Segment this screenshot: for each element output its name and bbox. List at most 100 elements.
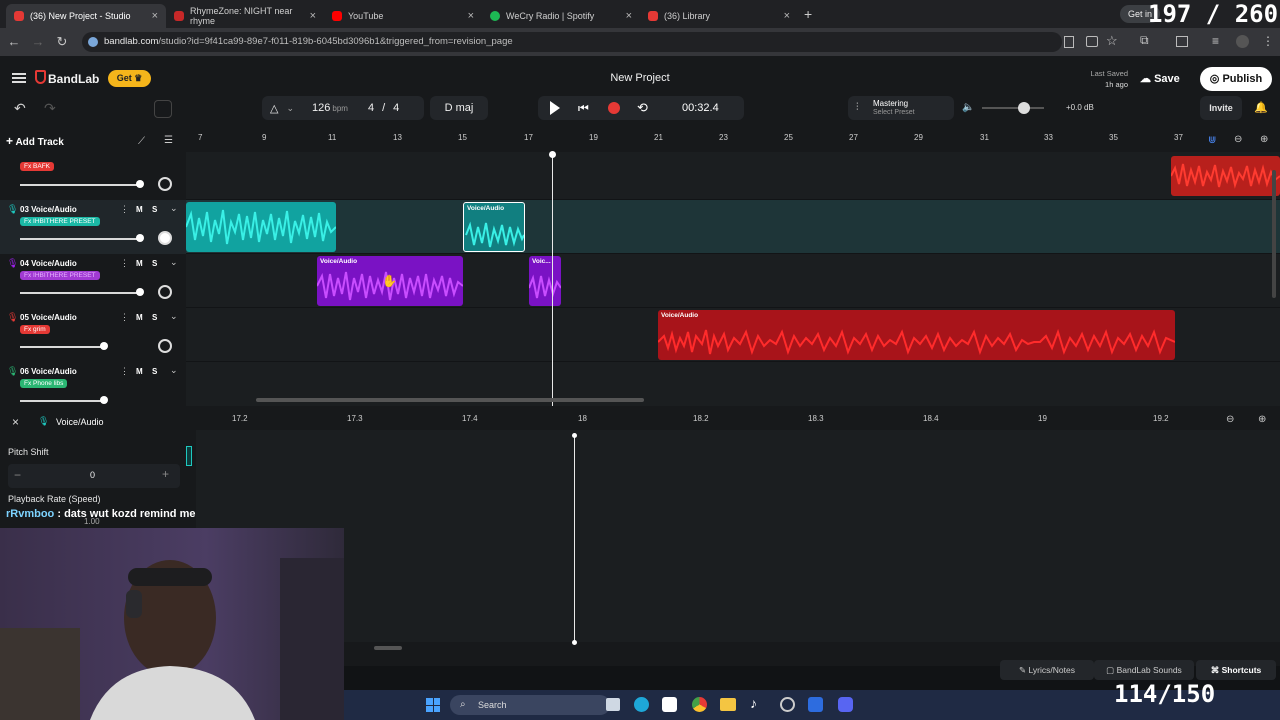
track-menu-icon[interactable]: ⋮ xyxy=(120,204,129,215)
mastering-button[interactable]: ⫶ Mastering Select Preset xyxy=(848,96,954,120)
horizontal-scrollbar[interactable] xyxy=(256,398,644,402)
track-row[interactable]: 🎙 05 Voice/Audio ⋮ M S ⌄ Fx grim xyxy=(0,308,186,362)
audio-clip[interactable] xyxy=(1171,156,1280,196)
fx-badge[interactable]: Fx BAFK xyxy=(20,162,55,171)
browser-tab[interactable]: RhymeZone: NIGHT near rhyme × xyxy=(166,4,324,28)
browser-tab[interactable]: WeCry Radio | Spotify × xyxy=(482,4,640,28)
audio-clip[interactable]: Voic... xyxy=(529,256,561,306)
cast-icon[interactable] xyxy=(1086,36,1098,47)
wand-icon[interactable]: ⟋ xyxy=(138,136,145,147)
play-icon[interactable] xyxy=(550,101,560,115)
close-icon[interactable]: × xyxy=(626,10,632,22)
new-tab-button[interactable]: + xyxy=(804,6,812,22)
mute-button[interactable]: M xyxy=(136,313,143,322)
track-volume-handle[interactable] xyxy=(136,288,144,296)
pan-knob[interactable] xyxy=(158,177,172,191)
chevron-down-icon[interactable]: ⌄ xyxy=(170,203,178,214)
url-field[interactable]: bandlab.com/studio?id=9f41ca99-89e7-f011… xyxy=(82,32,1062,52)
profile-avatar[interactable] xyxy=(1236,35,1249,48)
track-volume-handle[interactable] xyxy=(100,396,108,404)
solo-button[interactable]: S xyxy=(152,367,157,376)
time-signature-numerator[interactable]: 4 xyxy=(368,102,374,114)
track-volume-handle[interactable] xyxy=(100,342,108,350)
app-icon[interactable] xyxy=(808,697,823,712)
vertical-scrollbar[interactable] xyxy=(1272,170,1276,298)
audio-clip[interactable]: Voice/Audio xyxy=(658,310,1175,360)
pan-knob[interactable] xyxy=(158,339,172,353)
key-selector[interactable]: D maj xyxy=(430,96,488,120)
record-icon[interactable] xyxy=(608,102,620,114)
solo-button[interactable]: S xyxy=(152,259,157,268)
file-explorer-icon[interactable] xyxy=(720,698,736,711)
timeline-ruler[interactable]: 7 9 11 13 15 17 19 21 23 25 27 29 31 33 … xyxy=(186,130,1280,152)
time-signature-denominator[interactable]: 4 xyxy=(393,102,399,114)
minus-icon[interactable]: − xyxy=(14,468,21,482)
chevron-down-icon[interactable]: ⌄ xyxy=(170,311,178,322)
skip-back-icon[interactable]: ⏮ xyxy=(578,102,590,114)
kebab-menu-icon[interactable]: ⋮ xyxy=(1262,34,1274,48)
extensions-icon[interactable]: ⧉ xyxy=(1140,33,1149,48)
track-volume-slider[interactable] xyxy=(20,400,104,402)
track-volume-slider[interactable] xyxy=(20,292,140,294)
store-icon[interactable] xyxy=(662,697,677,712)
redo-icon[interactable]: ↷ xyxy=(44,100,56,117)
track-volume-handle[interactable] xyxy=(136,180,144,188)
track-settings-icon[interactable]: ☰ xyxy=(164,135,173,146)
loop-icon[interactable]: ⟲ xyxy=(637,100,648,116)
discord-icon[interactable] xyxy=(838,697,853,712)
chevron-down-icon[interactable]: ⌄ xyxy=(170,365,178,376)
solo-button[interactable]: S xyxy=(152,205,157,214)
playhead-handle[interactable] xyxy=(549,151,556,158)
bandlab-sounds-button[interactable]: ▢ BandLab Sounds xyxy=(1094,660,1194,680)
editor-playhead[interactable] xyxy=(574,435,575,643)
track-row[interactable]: 🎙 04 Voice/Audio ⋮ M S ⌄ Fx IHBITHERE PR… xyxy=(0,254,186,308)
speaker-icon[interactable]: 🔈 xyxy=(962,102,974,113)
reload-icon[interactable]: ↻ xyxy=(54,34,70,50)
track-volume-slider[interactable] xyxy=(20,346,104,348)
track-lane[interactable] xyxy=(186,152,1280,200)
master-volume-handle[interactable] xyxy=(1018,102,1030,114)
taskbar-search[interactable]: ⌕ Search xyxy=(450,695,610,715)
task-view-icon[interactable] xyxy=(606,698,620,711)
close-icon[interactable]: × xyxy=(152,10,158,22)
fx-badge[interactable]: Fx IHBITHERE PRESET xyxy=(20,271,100,280)
track-volume-slider[interactable] xyxy=(20,238,140,240)
close-icon[interactable]: × xyxy=(784,10,790,22)
audio-clip-selected[interactable]: Voice/Audio xyxy=(463,202,525,252)
editor-canvas[interactable] xyxy=(186,430,1280,650)
save-button[interactable]: ☁ Save xyxy=(1140,72,1180,85)
publish-button[interactable]: ◎ Publish xyxy=(1200,67,1272,91)
master-volume-slider[interactable] xyxy=(982,107,1044,109)
metronome-icon[interactable]: △ xyxy=(270,102,278,115)
clip-start-handle[interactable] xyxy=(186,446,192,466)
tiktok-icon[interactable]: ♪ xyxy=(750,695,757,711)
invite-button[interactable]: Invite xyxy=(1200,96,1242,120)
hamburger-menu-icon[interactable] xyxy=(12,73,26,83)
back-icon[interactable]: ← xyxy=(6,34,22,50)
track-row[interactable]: 🎙 03 Voice/Audio ⋮ M S ⌄ Fx IHBITHERE PR… xyxy=(0,200,186,254)
magnet-snap-icon[interactable]: ⋓ xyxy=(1208,135,1216,146)
pan-knob[interactable] xyxy=(158,231,172,245)
chevron-down-icon[interactable]: ⌄ xyxy=(286,103,294,114)
browser-tab[interactable]: YouTube × xyxy=(324,4,482,28)
track-menu-icon[interactable]: ⋮ xyxy=(120,366,129,377)
mute-button[interactable]: M xyxy=(136,367,143,376)
lyrics-notes-button[interactable]: ✎ Lyrics/Notes xyxy=(1000,660,1094,680)
forward-icon[interactable]: → xyxy=(30,34,46,50)
pitch-shift-value[interactable]: 0 xyxy=(90,470,95,480)
track-lane[interactable] xyxy=(186,200,1280,254)
obs-icon[interactable] xyxy=(780,697,795,712)
fx-badge[interactable]: Fx IHBITHERE PRESET xyxy=(20,217,100,226)
fx-badge[interactable]: Fx Phone libs xyxy=(20,379,68,388)
edge-icon[interactable] xyxy=(634,697,649,712)
playhead[interactable] xyxy=(552,154,553,406)
pitch-shift-stepper[interactable]: − 0 + xyxy=(8,464,180,488)
get-membership-button[interactable]: Get ♛ xyxy=(108,70,151,87)
zoom-in-icon[interactable]: ⊕ xyxy=(1260,134,1268,145)
fx-badge[interactable]: Fx grim xyxy=(20,325,50,334)
track-menu-icon[interactable]: ⋮ xyxy=(120,312,129,323)
notification-bell-icon[interactable]: 🔔 xyxy=(1254,101,1268,114)
chevron-down-icon[interactable]: ⌄ xyxy=(170,257,178,268)
shortcuts-button[interactable]: ⌘ Shortcuts xyxy=(1196,660,1276,680)
audio-clip[interactable] xyxy=(186,202,336,252)
